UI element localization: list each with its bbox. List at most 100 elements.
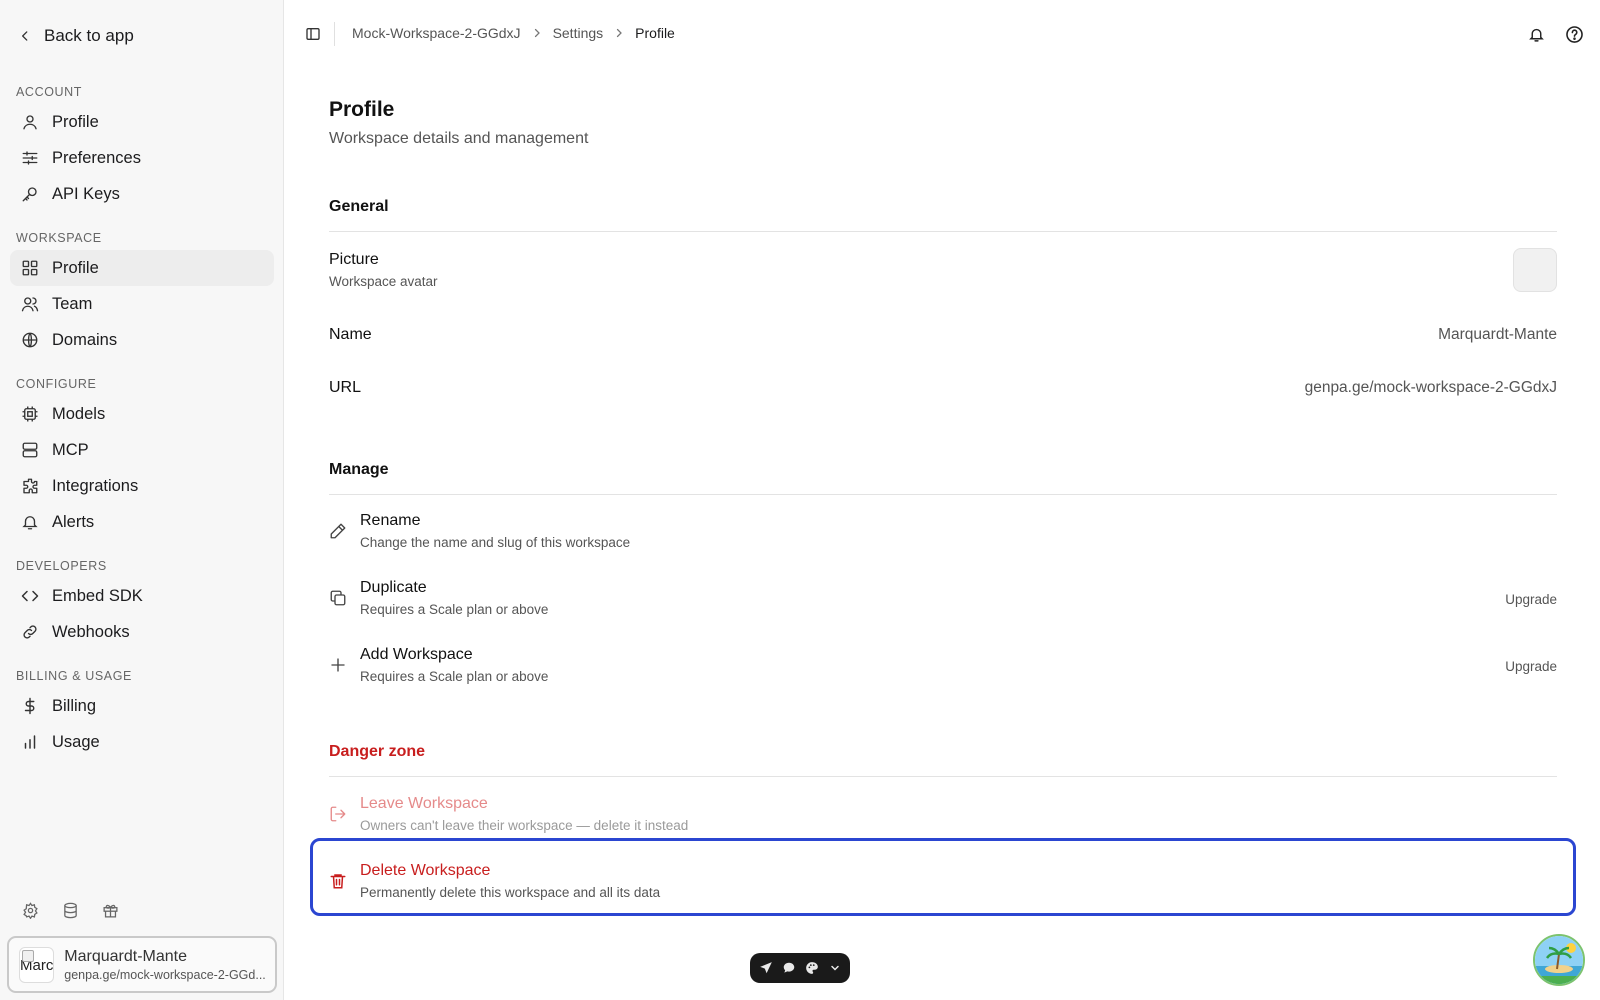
section-heading-manage: Manage [329,461,389,478]
duplicate-description: Requires a Scale plan or above [360,602,549,617]
island-illustration-icon [1535,936,1583,984]
sidebar-item-alerts[interactable]: Alerts [10,504,274,540]
section-heading-danger-zone: Danger zone [329,743,426,760]
section-label-billing-usage: BILLING & USAGE [16,669,132,683]
page-title: Profile [329,98,395,121]
sidebar-item-label: Usage [52,732,100,751]
log-out-icon [329,805,349,825]
workspace-switcher[interactable]: Marc Marquardt-Mante genpa.ge/mock-works… [7,936,277,993]
page-subtitle: Workspace details and management [329,130,589,147]
section-label-workspace: WORKSPACE [16,231,102,245]
pencil-icon [329,522,349,542]
workspace-avatar-picker[interactable] [1513,248,1557,292]
sidebar-item-webhooks[interactable]: Webhooks [10,614,274,650]
breadcrumb-settings[interactable]: Settings [553,25,604,41]
url-value: genpa.ge/mock-workspace-2-GGdxJ [1304,379,1557,396]
picture-description: Workspace avatar [329,274,438,289]
add-workspace-title: Add Workspace [360,646,473,663]
name-label: Name [329,326,372,343]
sidebar-item-team[interactable]: Team [10,286,274,322]
key-icon [20,184,40,204]
sidebar-toggle-icon[interactable] [305,26,323,44]
assistant-avatar[interactable] [1533,934,1585,986]
sidebar-item-label: Alerts [52,512,95,531]
sidebar-item-embed-sdk[interactable]: Embed SDK [10,578,274,614]
bar-chart-icon [20,732,40,752]
link-icon [20,622,40,642]
workspace-card-url: genpa.ge/mock-workspace-2-GGd... [64,967,265,982]
sidebar-item-models[interactable]: Models [10,396,274,432]
sidebar-item-integrations[interactable]: Integrations [10,468,274,504]
puzzle-icon [20,476,40,496]
sidebar-item-workspace-profile[interactable]: Profile [10,250,274,286]
sidebar-footer-icons [20,900,120,920]
breadcrumb-workspace[interactable]: Mock-Workspace-2-GGdxJ [352,25,521,41]
gift-icon[interactable] [100,900,120,920]
sidebar-item-label: Embed SDK [52,586,143,605]
sidebar-item-domains[interactable]: Domains [10,322,274,358]
sidebar-item-usage[interactable]: Usage [10,724,274,760]
sidebar-item-label: API Keys [52,184,120,203]
help-icon[interactable] [1564,24,1584,44]
name-value: Marquardt-Mante [1438,326,1557,343]
duplicate-upgrade-link[interactable]: Upgrade [1505,592,1557,607]
server-icon [20,440,40,460]
sliders-icon [20,148,40,168]
sidebar-item-preferences[interactable]: Preferences [10,140,274,176]
section-heading-general: General [329,198,389,215]
back-to-app-link[interactable]: Back to app [18,22,134,50]
chevron-left-icon [22,31,28,41]
notifications-bell-icon[interactable] [1526,24,1546,44]
divider [329,494,1557,495]
delete-workspace-focus-ring[interactable] [310,838,1576,916]
divider [329,776,1557,777]
settings-sidebar: Back to app ACCOUNT Profile Preferences … [0,0,284,1000]
code-icon [20,586,40,606]
settings-nav: ACCOUNT Profile Preferences API Keys WOR… [0,80,284,760]
send-icon[interactable] [757,960,774,977]
database-icon[interactable] [60,900,80,920]
section-label-account: ACCOUNT [16,85,83,99]
chat-bubble-icon[interactable] [780,960,797,977]
chevron-down-icon[interactable] [826,960,843,977]
floating-toolbar [750,953,850,983]
sidebar-item-api-keys[interactable]: API Keys [10,176,274,212]
sidebar-item-label: Integrations [52,476,139,495]
sidebar-item-label: Webhooks [52,622,130,641]
add-workspace-upgrade-link[interactable]: Upgrade [1505,659,1557,674]
picture-label: Picture [329,251,379,268]
leave-workspace-title: Leave Workspace [360,795,488,812]
sidebar-item-billing[interactable]: Billing [10,688,274,724]
sidebar-item-account-profile[interactable]: Profile [10,104,274,140]
back-to-app-label: Back to app [44,26,134,45]
rename-title: Rename [360,512,421,529]
url-label: URL [329,379,362,396]
workspace-avatar: Marc [19,946,55,983]
section-label-configure: CONFIGURE [16,377,97,391]
rename-workspace-action[interactable]: Rename Change the name and slug of this … [329,508,1557,564]
broken-image-icon [22,949,34,962]
sidebar-item-mcp[interactable]: MCP [10,432,274,468]
gear-icon[interactable] [20,900,40,920]
divider [329,231,1557,232]
breadcrumb-current: Profile [635,25,675,41]
user-icon [20,112,40,132]
sidebar-item-label: Billing [52,696,97,715]
workspace-card-name: Marquardt-Mante [64,947,187,965]
chevron-right-icon [531,27,543,39]
duplicate-workspace-action[interactable]: Duplicate Requires a Scale plan or above… [329,575,1557,631]
globe-icon [20,330,40,350]
plus-icon [329,656,349,676]
palette-icon[interactable] [803,960,820,977]
topbar-actions [1526,24,1584,44]
cpu-icon [20,404,40,424]
grid-icon [20,258,40,278]
sidebar-item-label: Preferences [52,148,141,167]
add-workspace-action[interactable]: Add Workspace Requires a Scale plan or a… [329,642,1557,698]
topbar-divider [334,22,335,46]
bell-icon [20,512,40,532]
copy-icon [329,589,349,609]
sidebar-item-label: Team [52,294,93,313]
users-icon [20,294,40,314]
sidebar-item-label: MCP [52,440,89,459]
